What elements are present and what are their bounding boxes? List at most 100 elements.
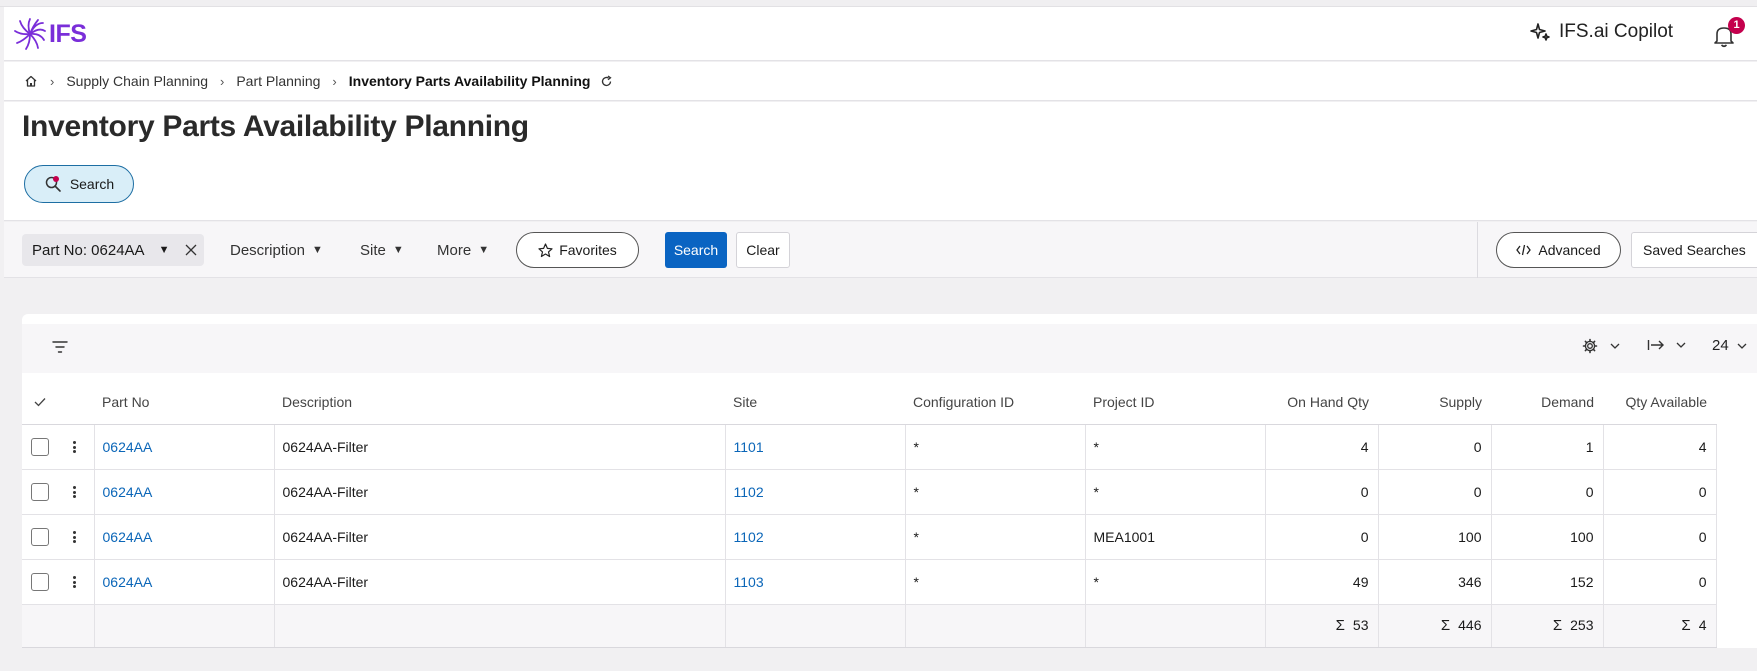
- cell-on-hand-qty: 4: [1265, 424, 1379, 470]
- sigma-icon: Σ: [1681, 617, 1691, 634]
- advanced-button[interactable]: Advanced: [1496, 232, 1621, 268]
- row-actions[interactable]: [57, 469, 95, 515]
- cell-site[interactable]: 1103: [725, 559, 906, 605]
- cell-qty-available: 0: [1603, 469, 1717, 515]
- copilot-button[interactable]: IFS.ai Copilot: [1529, 21, 1673, 43]
- filter-dropdown-site[interactable]: Site ▼: [360, 234, 404, 266]
- cell-project-id: *: [1085, 559, 1266, 605]
- cell-configuration-id: *: [905, 559, 1086, 605]
- data-grid: 24 Part No Description Site Configuratio…: [22, 314, 1757, 648]
- sigma-icon: Σ: [1552, 617, 1563, 634]
- filter-chip-label: Part No: 0624AA: [32, 241, 145, 259]
- filter-chip-part-no[interactable]: Part No: 0624AA ▼: [22, 234, 204, 266]
- totals-empty: [905, 604, 1086, 648]
- cell-site[interactable]: 1102: [725, 469, 906, 515]
- row-checkbox[interactable]: [30, 572, 49, 591]
- search-toggle-label: Search: [69, 176, 115, 192]
- title-area: Inventory Parts Availability Planning Se…: [4, 102, 1757, 221]
- caret-down-icon: ▼: [478, 244, 490, 256]
- row-select[interactable]: [22, 469, 57, 515]
- cell-site[interactable]: 1101: [725, 424, 906, 470]
- page-size-selector[interactable]: 24: [1712, 337, 1747, 354]
- check-icon: [34, 397, 45, 407]
- column-header-description[interactable]: Description: [274, 380, 725, 425]
- row-actions[interactable]: [57, 514, 95, 560]
- saved-searches-button[interactable]: Saved Searches: [1631, 232, 1757, 268]
- close-icon[interactable]: [185, 244, 197, 256]
- cell-project-id: MEA1001: [1085, 514, 1266, 560]
- breadcrumb-item-supply-chain-planning[interactable]: Supply Chain Planning: [66, 73, 208, 89]
- row-actions[interactable]: [57, 559, 95, 605]
- column-header-configuration-id[interactable]: Configuration ID: [905, 380, 1085, 425]
- kebab-icon[interactable]: [73, 530, 77, 545]
- chevron-down-icon: [1610, 343, 1620, 349]
- caret-down-icon[interactable]: ▼: [159, 244, 170, 256]
- cell-description: 0624AA-Filter: [274, 559, 726, 605]
- filter-dropdown-description[interactable]: Description ▼: [230, 234, 323, 266]
- row-select[interactable]: [22, 424, 57, 470]
- total-supply: Σ 446: [1378, 604, 1492, 648]
- cell-site[interactable]: 1102: [725, 514, 906, 560]
- cell-qty-available: 4: [1603, 424, 1717, 470]
- row-checkbox[interactable]: [30, 437, 49, 456]
- column-header-project-id[interactable]: Project ID: [1085, 380, 1265, 425]
- clear-button[interactable]: Clear: [736, 232, 790, 268]
- cell-qty-available: 0: [1603, 559, 1717, 605]
- cell-description: 0624AA-Filter: [274, 424, 726, 470]
- row-actions[interactable]: [57, 424, 95, 470]
- breadcrumb-current: Inventory Parts Availability Planning: [348, 73, 591, 89]
- code-icon: [1516, 244, 1532, 256]
- filter-icon[interactable]: [52, 340, 68, 354]
- cell-on-hand-qty: 0: [1265, 514, 1379, 560]
- column-menu[interactable]: [1647, 338, 1686, 352]
- cell-demand: 152: [1491, 559, 1604, 605]
- totals-empty: [725, 604, 906, 648]
- search-icon: [45, 176, 61, 192]
- actions-header: [57, 380, 94, 425]
- row-select[interactable]: [22, 559, 57, 605]
- kebab-icon[interactable]: [73, 575, 77, 590]
- select-all-header[interactable]: [22, 380, 57, 425]
- table-header-row: Part No Description Site Configuration I…: [22, 380, 1716, 425]
- cell-part-no[interactable]: 0624AA: [94, 559, 275, 605]
- cell-part-no[interactable]: 0624AA: [94, 424, 275, 470]
- column-header-qty-available[interactable]: Qty Available: [1603, 380, 1716, 425]
- column-header-demand[interactable]: Demand: [1491, 380, 1603, 425]
- table-row[interactable]: 0624AA 0624AA-Filter 1102 * MEA1001 0 10…: [22, 514, 1717, 560]
- total-value: 53: [1352, 617, 1369, 633]
- refresh-icon[interactable]: [600, 74, 613, 88]
- column-header-site[interactable]: Site: [725, 380, 905, 425]
- caret-down-icon: ▼: [312, 244, 323, 256]
- home-icon[interactable]: [24, 74, 38, 88]
- cell-part-no[interactable]: 0624AA: [94, 469, 275, 515]
- column-header-supply[interactable]: Supply: [1378, 380, 1491, 425]
- breadcrumb-item-part-planning[interactable]: Part Planning: [236, 73, 320, 89]
- settings-menu[interactable]: [1582, 338, 1620, 354]
- table-row[interactable]: 0624AA 0624AA-Filter 1101 * * 4 0 1 4: [22, 424, 1717, 470]
- cell-part-no[interactable]: 0624AA: [94, 514, 275, 560]
- row-select[interactable]: [22, 514, 57, 560]
- cell-on-hand-qty: 49: [1265, 559, 1379, 605]
- page-size-value: 24: [1712, 337, 1729, 354]
- kebab-icon[interactable]: [73, 440, 77, 455]
- column-header-on-hand-qty[interactable]: On Hand Qty: [1265, 380, 1378, 425]
- table-row[interactable]: 0624AA 0624AA-Filter 1102 * * 0 0 0 0: [22, 469, 1717, 515]
- totals-empty: [94, 604, 275, 648]
- cell-demand: 0: [1491, 469, 1604, 515]
- ifs-logo[interactable]: IFS: [13, 15, 87, 53]
- search-toggle-button[interactable]: Search: [24, 165, 134, 203]
- filter-dropdown-more[interactable]: More ▼: [437, 234, 489, 266]
- row-checkbox[interactable]: [30, 527, 49, 546]
- favorites-button[interactable]: Favorites: [516, 232, 639, 268]
- column-header-part-no[interactable]: Part No: [94, 380, 274, 425]
- total-value: 446: [1458, 617, 1482, 633]
- cell-demand: 100: [1491, 514, 1604, 560]
- cell-supply: 100: [1378, 514, 1492, 560]
- search-button[interactable]: Search: [665, 232, 727, 268]
- sigma-icon: Σ: [1335, 617, 1345, 634]
- row-checkbox[interactable]: [30, 482, 49, 501]
- cell-supply: 346: [1378, 559, 1492, 605]
- table-row[interactable]: 0624AA 0624AA-Filter 1103 * * 49 346 152…: [22, 559, 1717, 605]
- kebab-icon[interactable]: [73, 485, 77, 500]
- divider: [1477, 222, 1478, 278]
